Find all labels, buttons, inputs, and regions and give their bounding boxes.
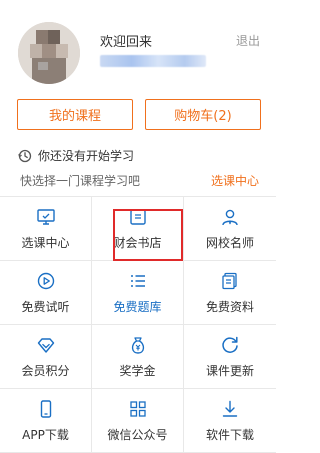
grid-item-scholarship[interactable]: 奖学金 [92,325,184,389]
money-bag-icon [131,336,144,354]
grid-item-free-materials[interactable]: 免费资料 [184,261,276,325]
documents-icon [222,272,237,289]
monitor-icon [36,208,55,225]
grid-item-app-download[interactable]: APP下载 [0,389,92,453]
grid-item-question-bank[interactable]: 免费题库 [92,261,184,325]
grid-item-label: 微信公众号 [107,427,168,442]
grid-item-label: 软件下载 [205,427,254,442]
grid-item-label: 奖学金 [119,363,156,378]
select-course-link[interactable]: 选课中心 [211,172,259,189]
hint-text: 快选择一门课程学习吧 [20,174,141,188]
grid-item-courseware-update[interactable]: 课件更新 [184,325,276,389]
welcome-text: 欢迎回来 [100,35,153,50]
grid-item-label: 课件更新 [205,363,254,378]
grid-item-bookstore[interactable]: 财会书店 [92,197,184,261]
feature-grid: 选课中心 财会书店 网校名师 免费试听 免费题库 免费资料 会员积分 奖学金 课… [0,196,276,453]
grid-item-label: 会员积分 [21,363,70,378]
grid-item-label: 免费资料 [205,299,254,314]
qr-grid-icon [129,400,146,417]
refresh-icon [222,336,238,353]
grid-item-label: APP下载 [22,427,69,442]
grid-item-label: 免费试听 [21,299,70,314]
grid-item-label: 免费题库 [113,299,162,314]
list-icon [130,274,145,287]
study-status: 你还没有开始学习 [18,147,134,164]
user-header: 欢迎回来 退出 [0,0,276,96]
history-icon [18,149,32,162]
my-courses-button[interactable]: 我的课程 [17,99,133,130]
book-icon [129,208,146,225]
diamond-icon [37,337,54,353]
grid-item-label: 财会书店 [113,235,162,250]
download-icon [222,400,238,417]
grid-item-software-download[interactable]: 软件下载 [184,389,276,453]
grid-item-course-center[interactable]: 选课中心 [0,197,92,261]
grid-item-member-points[interactable]: 会员积分 [0,325,92,389]
grid-item-label: 网校名师 [205,235,254,250]
grid-item-teachers[interactable]: 网校名师 [184,197,276,261]
phone-icon [40,399,51,418]
avatar[interactable] [18,22,80,84]
status-text: 你还没有开始学习 [38,149,135,163]
grid-item-wechat-account[interactable]: 微信公众号 [92,389,184,453]
teacher-icon [222,209,238,225]
grid-item-label: 选课中心 [21,235,70,250]
logout-link[interactable]: 退出 [236,32,260,49]
cart-button[interactable]: 购物车(2) [145,99,261,130]
username-blurred [100,55,206,67]
grid-item-free-trial[interactable]: 免费试听 [0,261,92,325]
play-icon [37,272,54,289]
